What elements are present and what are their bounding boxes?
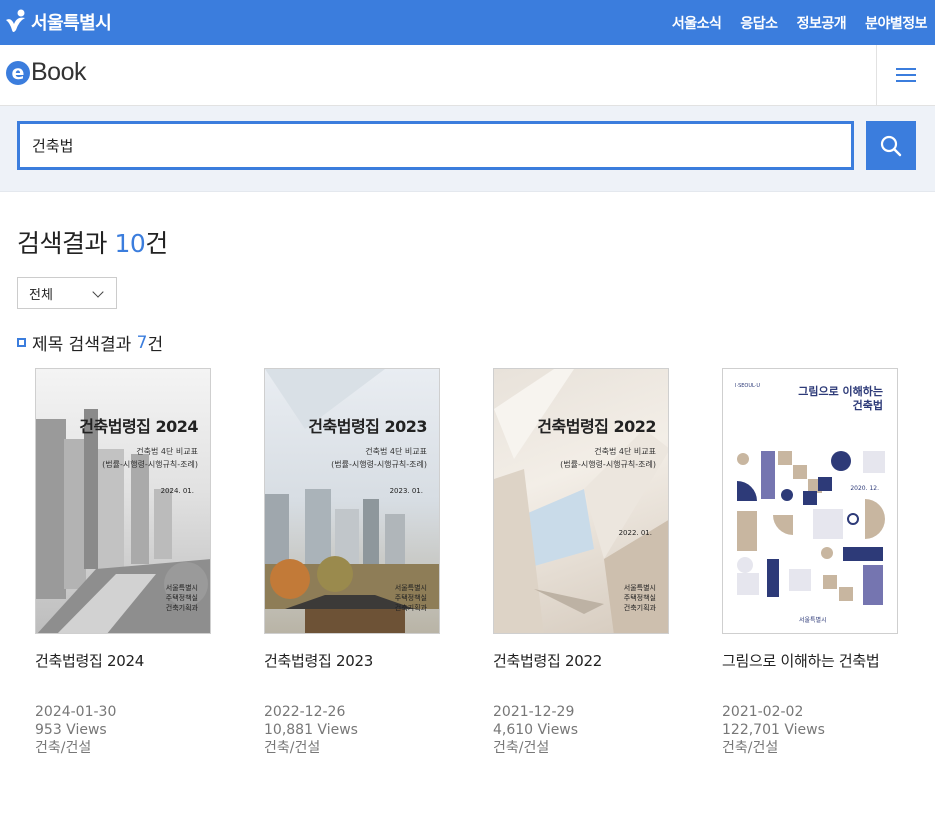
hamburger-menu-icon: [896, 68, 916, 70]
book-card[interactable]: 건축법령집 2022 건축법 4단 비교표 (법률-시행령-시행규칙-조례) 20…: [493, 368, 669, 757]
square-bullet-icon: [17, 338, 26, 347]
ebook-logo-e: e: [6, 60, 30, 85]
geometric-pattern-illustration: [737, 451, 885, 605]
book-date: 2024-01-30: [35, 704, 117, 720]
seoul-logo[interactable]: 서울특별시: [4, 8, 112, 36]
cover-subtitle: 건축법 4단 비교표 (법률-시행령-시행규칙-조례): [331, 447, 427, 469]
seoul-logo-text: 서울특별시: [31, 13, 112, 34]
nav-seoul-news[interactable]: 서울소식: [672, 13, 722, 33]
book-meta: 2021-12-29 4,610 Views 건축/건설: [493, 703, 669, 757]
cover-publisher: 서울특별시 주택정책실 건축기획과: [623, 584, 656, 612]
cover-publisher: 서울특별시: [799, 617, 827, 624]
book-title[interactable]: 건축법령집 2022: [493, 651, 669, 693]
book-category: 건축/건설: [264, 740, 321, 756]
cover-date: 2023. 01.: [389, 487, 423, 495]
book-title[interactable]: 건축법령집 2024: [35, 651, 211, 693]
book-cover[interactable]: 건축법령집 2023 건축법 4단 비교표 (법률-시행령-시행규칙-조례) 20…: [264, 368, 440, 634]
search-input[interactable]: [17, 121, 854, 170]
cover-title: 건축법령집 2023: [308, 417, 427, 436]
section-label: 제목 검색결과: [32, 335, 132, 355]
book-views: 4,610 Views: [493, 722, 579, 738]
book-category: 건축/건설: [493, 740, 550, 756]
book-date: 2022-12-26: [264, 704, 346, 720]
cover-subtitle: 건축법 4단 비교표 (법률-시행령-시행규칙-조례): [560, 447, 656, 469]
book-title[interactable]: 그림으로 이해하는 건축법: [722, 651, 898, 693]
section-unit: 건: [147, 335, 164, 355]
cover-subtitle: 건축법 4단 비교표 (법률-시행령-시행규칙-조례): [102, 447, 198, 469]
cover-title: 건축법령집 2024: [79, 417, 198, 436]
book-card[interactable]: 건축법령집 2024 건축법 4단 비교표 (법률-시행령-시행규칙-조례) 20…: [35, 368, 211, 757]
cover-date: 2024. 01.: [160, 487, 194, 495]
title-result-heading: 제목 검색결과 7건: [17, 330, 163, 355]
book-title[interactable]: 건축법령집 2023: [264, 651, 440, 693]
cover-date: 2022. 01.: [618, 529, 652, 537]
nav-info-disclosure[interactable]: 정보공개: [797, 13, 847, 33]
book-meta: 2024-01-30 953 Views 건축/건설: [35, 703, 211, 757]
result-label: 검색결과: [17, 229, 108, 258]
cover-publisher: 서울특별시 주택정책실 건축기획과: [394, 584, 427, 612]
result-count: 10: [114, 229, 146, 258]
book-category: 건축/건설: [722, 740, 779, 756]
ebook-logo-book: Book: [31, 58, 86, 86]
book-views: 953 Views: [35, 722, 107, 738]
book-views: 10,881 Views: [264, 722, 358, 738]
ebook-header: e Book: [0, 45, 935, 106]
top-bar: 서울특별시 서울소식 응답소 정보공개 분야별정보: [0, 0, 935, 45]
cover-title: 건축법령집 2022: [537, 417, 656, 436]
book-card[interactable]: 건축법령집 2023 건축법 4단 비교표 (법률-시행령-시행규칙-조례) 20…: [264, 368, 440, 757]
book-category: 건축/건설: [35, 740, 92, 756]
top-nav: 서울소식 응답소 정보공개 분야별정보: [653, 0, 928, 45]
book-cover[interactable]: 건축법령집 2022 건축법 4단 비교표 (법률-시행령-시행규칙-조례) 20…: [493, 368, 669, 634]
result-heading: 검색결과 10건: [17, 224, 168, 260]
book-cover[interactable]: I·SEOUL·U 그림으로 이해하는 건축법 2020. 12. 서울특별시: [722, 368, 898, 634]
seoul-logo-icon: [6, 9, 25, 32]
book-views: 122,701 Views: [722, 722, 825, 738]
search-button[interactable]: [866, 121, 916, 170]
section-count: 7: [136, 332, 148, 353]
book-date: 2021-12-29: [493, 704, 575, 720]
book-date: 2021-02-02: [722, 704, 804, 720]
search-icon: [880, 135, 902, 156]
book-meta: 2022-12-26 10,881 Views 건축/건설: [264, 703, 440, 757]
hamburger-menu-button[interactable]: [876, 45, 935, 105]
ebook-logo[interactable]: e Book: [6, 58, 86, 87]
result-unit: 건: [145, 229, 168, 258]
book-card[interactable]: I·SEOUL·U 그림으로 이해하는 건축법 2020. 12. 서울특별시 …: [722, 368, 898, 757]
cover-publisher: 서울특별시 주택정책실 건축기획과: [165, 584, 198, 612]
book-cover[interactable]: 건축법령집 2024 건축법 4단 비교표 (법률-시행령-시행규칙-조례) 20…: [35, 368, 211, 634]
category-filter-select[interactable]: 전체: [17, 277, 117, 309]
filter-selected: 전체: [29, 287, 53, 303]
nav-field-info[interactable]: 분야별정보: [865, 13, 927, 33]
nav-eungdapso[interactable]: 응답소: [740, 13, 778, 33]
book-meta: 2021-02-02 122,701 Views 건축/건설: [722, 703, 898, 757]
search-bar: [0, 106, 935, 192]
chevron-down-icon: [92, 286, 104, 298]
